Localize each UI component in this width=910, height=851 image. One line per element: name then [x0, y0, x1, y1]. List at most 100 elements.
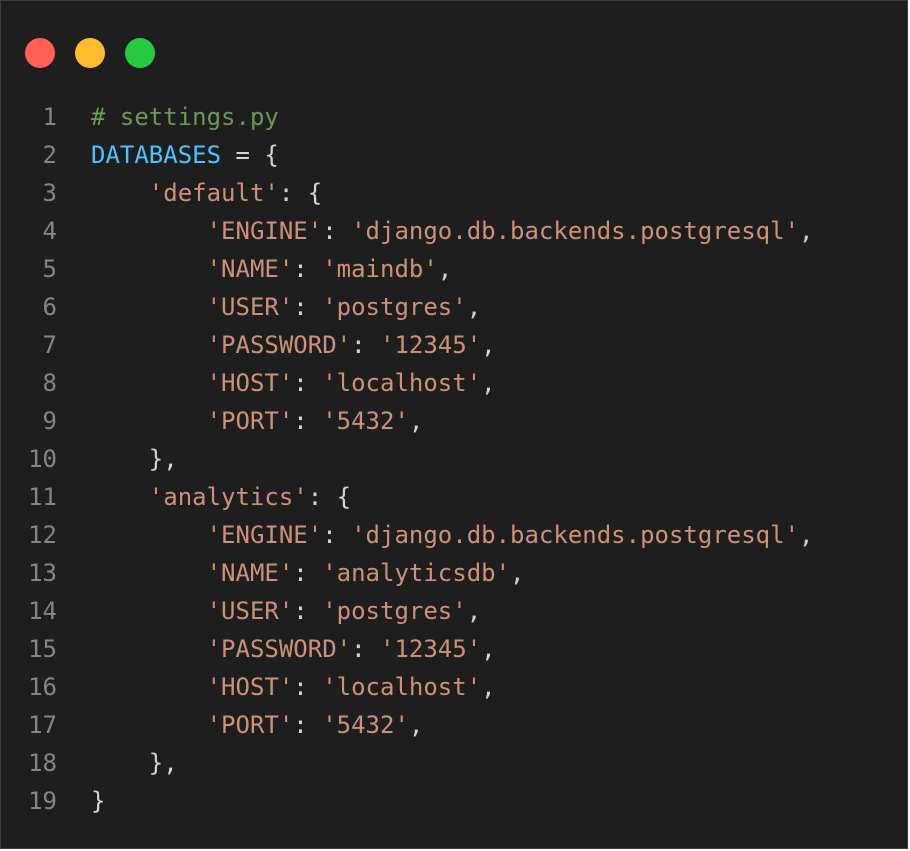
code-punctuation: ,: [799, 217, 814, 245]
line-content: },: [91, 440, 178, 478]
code-punctuation: ,: [481, 369, 496, 397]
code-line: 5 'NAME': 'maindb',: [1, 250, 907, 288]
code-string: 'NAME': [206, 255, 294, 283]
code-string: 'localhost': [322, 673, 482, 701]
code-string: '5432': [322, 711, 409, 739]
code-string: '12345': [380, 635, 482, 663]
code-punctuation: :: [322, 521, 352, 549]
code-punctuation: [91, 635, 207, 663]
line-number: 14: [28, 597, 57, 625]
maximize-dot-icon[interactable]: [125, 38, 155, 68]
code-string: 'default': [148, 179, 279, 207]
code-punctuation: ,: [510, 559, 525, 587]
line-content: # settings.py: [91, 98, 279, 136]
code-string: 'PORT': [206, 407, 294, 435]
code-line: 12 'ENGINE': 'django.db.backends.postgre…: [1, 516, 907, 554]
code-punctuation: [91, 255, 207, 283]
code-variable: DATABASES: [91, 141, 222, 169]
code-punctuation: ,: [481, 673, 496, 701]
code-punctuation: :: [351, 331, 380, 359]
line-number: 3: [42, 179, 57, 207]
code-punctuation: :: [293, 559, 323, 587]
line-number: 18: [28, 749, 57, 777]
code-punctuation: ,: [408, 711, 424, 739]
code-punctuation: ,: [466, 597, 482, 625]
code-block: 1 # settings.py 2 DATABASES = { 3 'default':…: [1, 98, 907, 820]
line-number: 17: [28, 711, 57, 739]
code-punctuation: :: [293, 597, 323, 625]
code-window: 1 # settings.py 2 DATABASES = { 3 'default':…: [0, 0, 908, 849]
line-content: 'NAME': 'analyticsdb',: [91, 554, 525, 592]
minimize-dot-icon[interactable]: [75, 38, 105, 68]
line-content: 'analytics': {: [91, 478, 351, 516]
code-line: 17 'PORT': '5432',: [1, 706, 907, 744]
line-number: 9: [42, 407, 57, 435]
code-punctuation: :: [293, 293, 323, 321]
code-punctuation: :: [293, 407, 323, 435]
code-line: 6 'USER': 'postgres',: [1, 288, 907, 326]
code-string: 'postgres': [322, 293, 467, 321]
code-string: 'PORT': [206, 711, 294, 739]
line-number: 6: [42, 293, 57, 321]
line-content: 'NAME': 'maindb',: [91, 250, 453, 288]
code-punctuation: : {: [307, 483, 352, 511]
code-line: 9 'PORT': '5432',: [1, 402, 907, 440]
code-line: 8 'HOST': 'localhost',: [1, 364, 907, 402]
line-number: 4: [42, 217, 57, 245]
code-punctuation: : {: [278, 179, 323, 207]
line-content: 'HOST': 'localhost',: [91, 668, 496, 706]
line-content: }: [91, 782, 105, 820]
line-content: 'default': {: [91, 174, 322, 212]
code-punctuation: [91, 407, 207, 435]
line-content: 'ENGINE': 'django.db.backends.postgresql…: [91, 516, 814, 554]
window-controls: [25, 38, 155, 68]
line-content: 'HOST': 'localhost',: [91, 364, 496, 402]
line-number: 7: [42, 331, 57, 359]
line-content: 'USER': 'postgres',: [91, 288, 482, 326]
code-comment: # settings.py: [91, 103, 279, 131]
code-string: '5432': [322, 407, 409, 435]
line-content: 'PORT': '5432',: [91, 706, 424, 744]
code-punctuation: [91, 673, 207, 701]
code-string: 'localhost': [322, 369, 482, 397]
code-punctuation: ,: [466, 293, 482, 321]
code-string: '12345': [380, 331, 482, 359]
line-number: 15: [28, 635, 57, 663]
line-number: 10: [28, 445, 57, 473]
code-punctuation: [91, 293, 207, 321]
code-line: 2 DATABASES = {: [1, 136, 907, 174]
code-punctuation: ,: [437, 255, 453, 283]
line-number: 2: [42, 141, 57, 169]
code-string: 'maindb': [322, 255, 438, 283]
line-number: 16: [28, 673, 57, 701]
code-punctuation: [91, 521, 207, 549]
code-string: 'PASSWORD': [206, 635, 352, 663]
code-string: 'django.db.backends.postgresql': [351, 521, 800, 549]
code-line: 19}: [1, 782, 907, 820]
line-number: 12: [28, 521, 57, 549]
code-line: 3 'default': {: [1, 174, 907, 212]
code-string: 'PASSWORD': [206, 331, 352, 359]
code-line: 7 'PASSWORD': '12345',: [1, 326, 907, 364]
code-string: 'NAME': [206, 559, 294, 587]
line-number: 1: [42, 103, 57, 131]
line-content: 'USER': 'postgres',: [91, 592, 482, 630]
line-number: 5: [42, 255, 57, 283]
code-punctuation: [91, 217, 207, 245]
line-content: 'PASSWORD': '12345',: [91, 630, 496, 668]
code-line: 11 'analytics': {: [1, 478, 907, 516]
code-string: 'analyticsdb': [322, 559, 511, 587]
code-punctuation: [91, 711, 207, 739]
code-string: 'django.db.backends.postgresql': [351, 217, 800, 245]
close-dot-icon[interactable]: [25, 38, 55, 68]
code-punctuation: [91, 483, 149, 511]
line-number: 11: [28, 483, 57, 511]
code-punctuation: }: [91, 787, 106, 815]
code-line: 14 'USER': 'postgres',: [1, 592, 907, 630]
code-line: 4 'ENGINE': 'django.db.backends.postgres…: [1, 212, 907, 250]
code-line: 15 'PASSWORD': '12345',: [1, 630, 907, 668]
code-punctuation: :: [351, 635, 380, 663]
line-content: 'PORT': '5432',: [91, 402, 424, 440]
code-punctuation: = {: [221, 141, 279, 169]
code-string: 'USER': [206, 597, 294, 625]
